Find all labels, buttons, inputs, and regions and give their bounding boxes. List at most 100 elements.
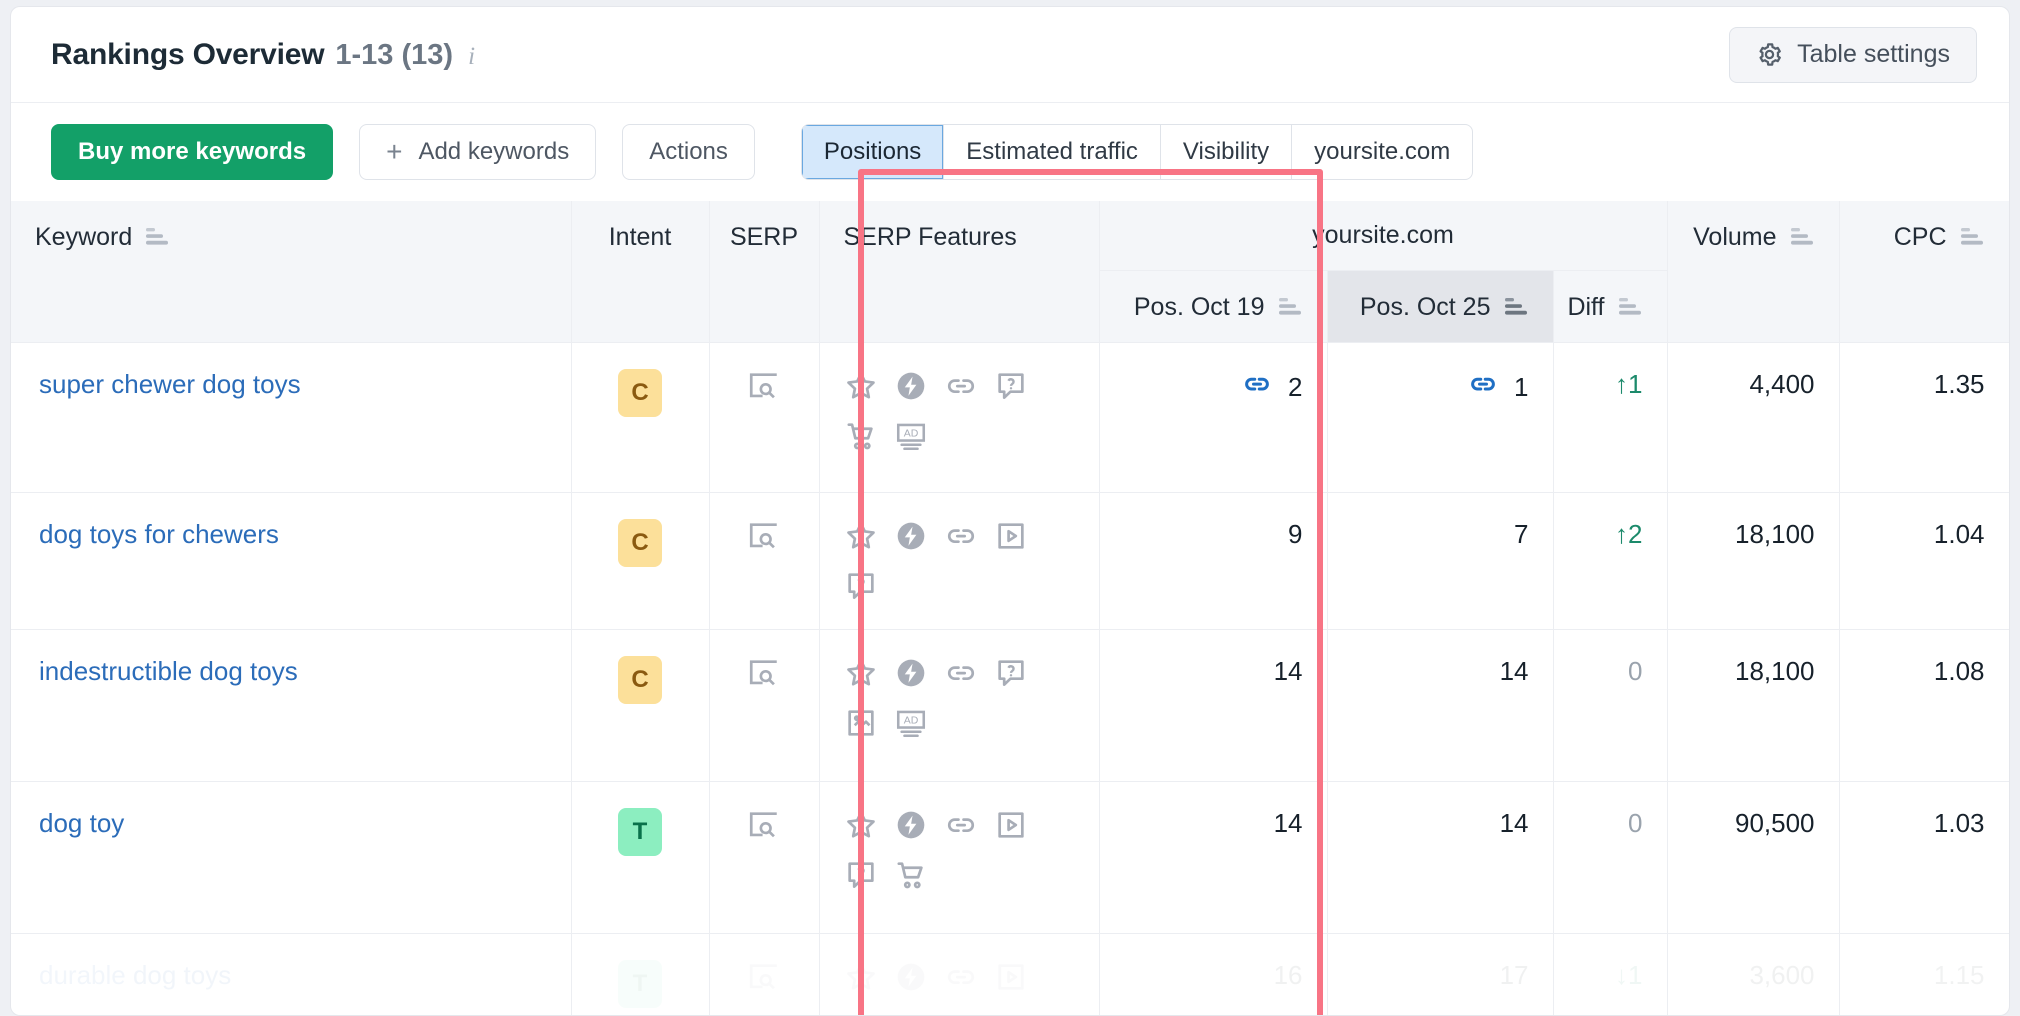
keyword-link[interactable]: dog toys for chewers xyxy=(39,519,279,549)
table-body: super chewer dog toysCAD21↑14,4001.35dog… xyxy=(11,343,2009,1016)
ad-banner-icon[interactable]: AD xyxy=(894,419,928,453)
diff-cell: ↑1 xyxy=(1553,343,1667,493)
serp-preview-icon[interactable] xyxy=(747,960,781,994)
volume-cell: 18,100 xyxy=(1667,630,1839,782)
add-keywords-button[interactable]: + Add keywords xyxy=(359,124,596,180)
intent-badge[interactable]: C xyxy=(618,656,662,704)
link-icon[interactable] xyxy=(944,369,978,403)
column-header-diff-label: Diff xyxy=(1567,293,1604,322)
sort-icon xyxy=(1503,293,1529,322)
bolt-icon[interactable] xyxy=(894,519,928,553)
intent-badge[interactable]: C xyxy=(618,369,662,417)
bolt-icon[interactable] xyxy=(894,960,928,994)
card-header: Rankings Overview 1-13 (13) i Table sett… xyxy=(11,7,2009,103)
serp-features-cell xyxy=(819,934,1099,1016)
segment-positions[interactable]: Positions xyxy=(802,125,944,179)
column-group-header-yoursite: yoursite.com xyxy=(1099,201,1667,271)
diff-value: ↑1 xyxy=(1615,369,1642,399)
link-icon[interactable] xyxy=(944,656,978,690)
link-icon[interactable] xyxy=(944,808,978,842)
pos-curr-value: 14 xyxy=(1500,808,1529,839)
column-header-intent-label: Intent xyxy=(609,223,672,252)
ranking-link-icon[interactable] xyxy=(1468,369,1498,406)
page-title-text: Rankings Overview xyxy=(51,38,324,72)
serp-preview-icon[interactable] xyxy=(747,519,781,553)
intent-badge[interactable]: T xyxy=(618,808,662,856)
keyword-link[interactable]: super chewer dog toys xyxy=(39,369,301,399)
pos-prev-cell: 9 xyxy=(1099,493,1327,630)
serp-features-cell: AD xyxy=(819,343,1099,493)
column-header-cpc-label: CPC xyxy=(1894,223,1947,252)
question-bubble-icon[interactable] xyxy=(994,369,1028,403)
cart-icon[interactable] xyxy=(844,419,878,453)
video-icon[interactable] xyxy=(994,808,1028,842)
segment-visibility[interactable]: Visibility xyxy=(1161,125,1292,179)
segment-yoursite[interactable]: yoursite.com xyxy=(1292,125,1472,179)
volume-cell: 4,400 xyxy=(1667,343,1839,493)
cart-icon[interactable] xyxy=(894,858,928,892)
table-row: durable dog toysT1617↓13,6001.15 xyxy=(11,934,2009,1016)
image-icon[interactable] xyxy=(844,706,878,740)
segment-estimated-traffic[interactable]: Estimated traffic xyxy=(944,125,1161,179)
video-icon[interactable] xyxy=(994,519,1028,553)
cpc-cell: 1.15 xyxy=(1839,934,2009,1016)
info-icon[interactable]: i xyxy=(468,43,475,71)
intent-badge[interactable]: T xyxy=(618,960,662,1008)
keyword-link[interactable]: indestructible dog toys xyxy=(39,656,298,686)
keyword-link[interactable]: dog toy xyxy=(39,808,124,838)
bolt-icon[interactable] xyxy=(894,369,928,403)
diff-value: ↑2 xyxy=(1615,519,1642,549)
serp-features-cell xyxy=(819,782,1099,934)
bolt-icon[interactable] xyxy=(894,656,928,690)
pos-curr-value: 17 xyxy=(1500,960,1529,991)
link-icon[interactable] xyxy=(944,519,978,553)
actions-button[interactable]: Actions xyxy=(622,124,755,180)
column-header-pos-prev[interactable]: Pos. Oct 19 xyxy=(1099,271,1327,343)
bolt-icon[interactable] xyxy=(894,808,928,842)
star-icon[interactable] xyxy=(844,808,878,842)
table-row: dog toyT1414090,5001.03 xyxy=(11,782,2009,934)
link-icon[interactable] xyxy=(944,960,978,994)
ad-banner-icon[interactable]: AD xyxy=(894,706,928,740)
table-head: Keyword Intent SERP SERP Features yo xyxy=(11,201,2009,343)
star-icon[interactable] xyxy=(844,369,878,403)
volume-value: 18,100 xyxy=(1735,519,1815,549)
pos-prev-value: 16 xyxy=(1274,960,1303,991)
intent-cell: C xyxy=(571,630,709,782)
cpc-cell: 1.08 xyxy=(1839,630,2009,782)
question-bubble-icon[interactable] xyxy=(994,656,1028,690)
diff-cell: ↓1 xyxy=(1553,934,1667,1016)
cpc-value: 1.15 xyxy=(1934,960,1985,990)
keyword-cell: super chewer dog toys xyxy=(11,343,571,493)
star-icon[interactable] xyxy=(844,960,878,994)
serp-preview-icon[interactable] xyxy=(747,656,781,690)
column-header-cpc[interactable]: CPC xyxy=(1839,201,2009,343)
volume-cell: 18,100 xyxy=(1667,493,1839,630)
buy-more-keywords-button[interactable]: Buy more keywords xyxy=(51,124,333,180)
video-icon[interactable] xyxy=(994,960,1028,994)
ranking-link-icon[interactable] xyxy=(1242,369,1272,406)
serp-preview-icon[interactable] xyxy=(747,369,781,403)
serp-preview-icon[interactable] xyxy=(747,808,781,842)
column-header-pos-curr[interactable]: Pos. Oct 25 xyxy=(1327,271,1553,343)
volume-value: 4,400 xyxy=(1749,369,1814,399)
pos-curr-cell: 14 xyxy=(1327,782,1553,934)
serp-cell xyxy=(709,343,819,493)
diff-cell: 0 xyxy=(1553,782,1667,934)
keyword-link[interactable]: durable dog toys xyxy=(39,960,231,990)
table-settings-button[interactable]: Table settings xyxy=(1729,27,1977,83)
column-header-diff[interactable]: Diff xyxy=(1553,271,1667,343)
intent-badge[interactable]: C xyxy=(618,519,662,567)
question-bubble-icon[interactable] xyxy=(844,858,878,892)
star-icon[interactable] xyxy=(844,656,878,690)
question-bubble-icon[interactable] xyxy=(844,569,878,603)
column-header-volume[interactable]: Volume xyxy=(1667,201,1839,343)
column-header-keyword-label: Keyword xyxy=(35,223,132,252)
pos-prev-value: 9 xyxy=(1288,519,1302,550)
table-head-row-1: Keyword Intent SERP SERP Features yo xyxy=(11,201,2009,271)
pos-prev-cell: 14 xyxy=(1099,630,1327,782)
pos-prev-cell: 2 xyxy=(1099,343,1327,493)
cpc-value: 1.35 xyxy=(1934,369,1985,399)
column-header-keyword[interactable]: Keyword xyxy=(11,201,571,343)
star-icon[interactable] xyxy=(844,519,878,553)
